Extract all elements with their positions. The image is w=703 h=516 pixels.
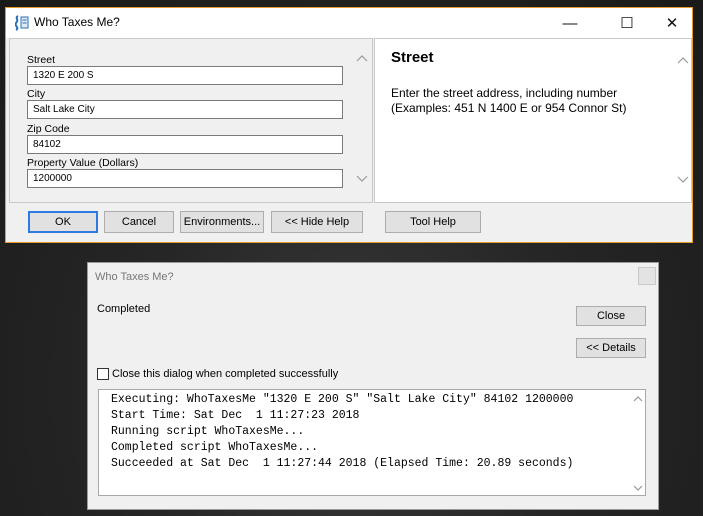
script-tool-icon: [15, 15, 29, 31]
cancel-button[interactable]: Cancel: [104, 211, 174, 233]
close-on-complete-label: Close this dialog when completed success…: [112, 368, 339, 380]
log-scroll-up-icon[interactable]: [632, 395, 644, 403]
scroll-down-icon[interactable]: [355, 174, 369, 184]
maximize-button[interactable]: ☐: [604, 8, 650, 38]
street-label: Street: [27, 54, 56, 66]
tool-help-button[interactable]: Tool Help: [385, 211, 481, 233]
message-log[interactable]: Executing: WhoTaxesMe "1320 E 200 S" "Sa…: [98, 389, 646, 496]
minimize-icon: —: [562, 14, 578, 32]
property-value-input[interactable]: 1200000: [27, 169, 343, 188]
help-text-line: (Examples: 451 N 1400 E or 954 Connor St…: [391, 101, 627, 115]
tool-dialog-window: Who Taxes Me? — ☐ ✕ Street 1320 E 200 S …: [5, 7, 693, 243]
close-button[interactable]: ✕: [649, 8, 695, 38]
log-scroll-down-icon[interactable]: [632, 484, 644, 492]
log-line: Succeeded at Sat Dec 1 11:27:44 2018 (El…: [111, 457, 574, 470]
minimize-button[interactable]: —: [547, 8, 593, 38]
ok-button[interactable]: OK: [28, 211, 98, 233]
details-button[interactable]: << Details: [576, 338, 646, 358]
log-line: Running script WhoTaxesMe...: [111, 425, 305, 438]
log-line: Completed script WhoTaxesMe...: [111, 441, 319, 454]
parameters-pane: Street 1320 E 200 S City Salt Lake City …: [9, 38, 373, 203]
progress-close-x-button[interactable]: [638, 267, 656, 285]
zip-code-input[interactable]: 84102: [27, 135, 343, 154]
close-icon: ✕: [665, 15, 679, 32]
window-title: Who Taxes Me?: [34, 15, 120, 29]
close-button[interactable]: Close: [576, 306, 646, 326]
environments-button[interactable]: Environments...: [180, 211, 264, 233]
progress-window-title: Who Taxes Me?: [95, 271, 174, 283]
log-line: Executing: WhoTaxesMe "1320 E 200 S" "Sa…: [111, 393, 574, 406]
title-bar[interactable]: Who Taxes Me? — ☐ ✕: [6, 8, 692, 38]
property-value-label: Property Value (Dollars): [27, 157, 139, 169]
scroll-up-icon[interactable]: [355, 53, 369, 63]
help-scroll-down-icon[interactable]: [676, 175, 690, 185]
zip-code-label: Zip Code: [27, 123, 70, 135]
hide-help-button[interactable]: << Hide Help: [271, 211, 363, 233]
help-pane: Street Enter the street address, includi…: [374, 38, 692, 203]
close-on-complete-checkbox[interactable]: [97, 368, 109, 380]
help-scroll-up-icon[interactable]: [676, 55, 690, 65]
maximize-icon: ☐: [620, 15, 634, 32]
help-title: Street: [391, 49, 434, 66]
status-text: Completed: [97, 303, 151, 315]
city-label: City: [27, 88, 46, 100]
log-line: Start Time: Sat Dec 1 11:27:23 2018: [111, 409, 360, 422]
progress-dialog-window: Who Taxes Me? Completed Close << Details…: [87, 262, 659, 510]
help-text-line: Enter the street address, including numb…: [391, 86, 618, 100]
street-input[interactable]: 1320 E 200 S: [27, 66, 343, 85]
city-input[interactable]: Salt Lake City: [27, 100, 343, 119]
